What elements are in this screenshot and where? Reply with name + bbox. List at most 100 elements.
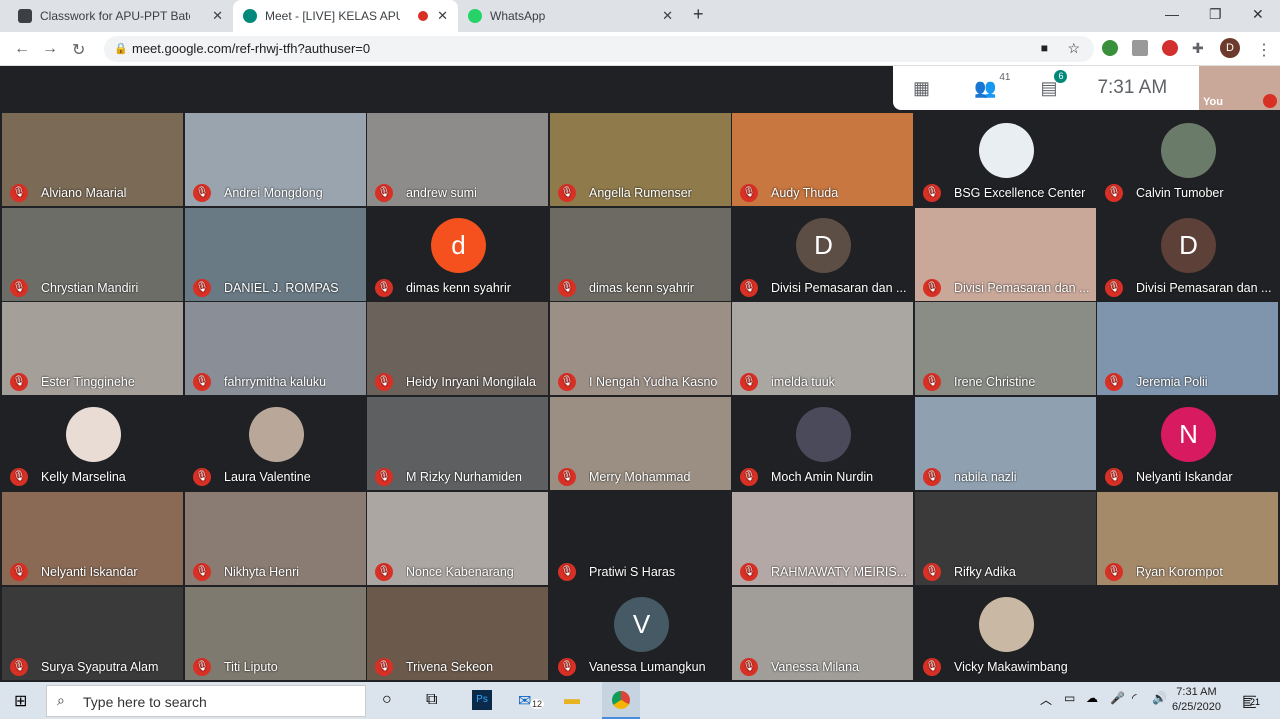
- participant-tile[interactable]: 🎙 Trivena Sekeon: [367, 586, 548, 680]
- participant-name: RAHMAWATY MEIRIS...: [771, 564, 908, 579]
- windows-start-icon[interactable]: ⊞: [14, 691, 27, 711]
- participant-tile[interactable]: 🎙 fahrrymitha kaluku: [185, 302, 366, 396]
- participant-tile[interactable]: 🎙 I Nengah Yudha Kasno: [550, 302, 731, 396]
- participant-label: 🎙 Divisi Pemasaran dan ...: [740, 278, 910, 297]
- participant-tile[interactable]: 🎙 Audy Thuda: [732, 113, 913, 206]
- maximize-button[interactable]: ❐: [1209, 6, 1222, 23]
- participant-tile[interactable]: D 🎙 Divisi Pemasaran dan ...: [732, 207, 913, 301]
- star-icon[interactable]: ☆: [1067, 40, 1080, 57]
- grid-layout-icon[interactable]: ▦: [913, 78, 930, 99]
- menu-icon[interactable]: ⋮: [1256, 40, 1272, 60]
- minimize-button[interactable]: —: [1165, 6, 1179, 22]
- url-input[interactable]: 🔒 meet.google.com/ref-rhwj-tfh?authuser=0…: [104, 36, 1094, 62]
- participants-button[interactable]: 👥 41: [974, 72, 1010, 99]
- participant-tile[interactable]: 🎙 Titi Liputo: [185, 586, 366, 680]
- participant-tile[interactable]: 🎙 Heidy Inryani Mongilala: [367, 302, 548, 396]
- mic-off-icon: 🎙: [923, 278, 941, 297]
- participant-tile[interactable]: 🎙 Nikhyta Henri: [185, 491, 366, 585]
- chat-button[interactable]: ▤ 6: [1040, 69, 1068, 99]
- participant-tile[interactable]: 🎙 Vicky Makawimbang: [915, 586, 1096, 680]
- wifi-icon[interactable]: ◜: [1132, 691, 1137, 705]
- profile-avatar[interactable]: D: [1220, 38, 1240, 58]
- participant-tile[interactable]: 🎙 dimas kenn syahrir: [550, 207, 731, 301]
- participant-label: 🎙 Trivena Sekeon: [375, 657, 545, 676]
- participant-tile[interactable]: 🎙 nabila nazli: [915, 397, 1096, 491]
- participant-tile[interactable]: 🎙 Nelyanti Iskandar: [2, 491, 183, 585]
- close-window-button[interactable]: ✕: [1252, 6, 1264, 23]
- extension-icon[interactable]: [1162, 40, 1178, 56]
- camera-icon[interactable]: ■: [1041, 41, 1048, 55]
- tab-classwork[interactable]: Classwork for APU-PPT Batch II B✕: [8, 0, 233, 32]
- close-tab-icon[interactable]: ✕: [662, 8, 673, 24]
- taskbar-clock[interactable]: 7:31 AM 6/25/2020: [1172, 685, 1221, 715]
- participant-tile[interactable]: 🎙 Moch Amin Nurdin: [732, 397, 913, 491]
- mic-off-icon: 🎙: [193, 657, 211, 676]
- tab-whatsapp[interactable]: WhatsApp ✕: [458, 0, 683, 32]
- participant-name: DANIEL J. ROMPAS: [224, 280, 339, 295]
- onedrive-icon[interactable]: ☁: [1086, 691, 1098, 705]
- participant-avatar: V: [614, 596, 669, 652]
- participant-tile[interactable]: 🎙 DANIEL J. ROMPAS: [185, 207, 366, 301]
- participant-tile[interactable]: 🎙 Surya Syaputra Alam: [2, 586, 183, 680]
- participant-tile[interactable]: 🎙 Merry Mohammad: [550, 397, 731, 491]
- participant-name: Laura Valentine: [224, 470, 311, 485]
- mic-off-icon: 🎙: [1105, 184, 1123, 202]
- participant-tile[interactable]: D 🎙 Divisi Pemasaran dan ...: [1097, 207, 1278, 301]
- participant-tile[interactable]: 🎙 Andrei Mongdong: [185, 113, 366, 206]
- participant-tile[interactable]: 🎙 Jeremia Polii: [1097, 302, 1278, 396]
- participant-tile[interactable]: 🎙 Laura Valentine: [185, 397, 366, 491]
- participant-tile[interactable]: 🎙 Kelly Marselina: [2, 397, 183, 491]
- participant-tile[interactable]: 🎙 M Rizky Nurhamiden: [367, 397, 548, 491]
- cortana-icon[interactable]: ○: [382, 691, 392, 709]
- mic-off-icon: 🎙: [740, 373, 758, 392]
- chrome-taskbar-button[interactable]: [602, 682, 640, 719]
- participant-tile[interactable]: 🎙 Divisi Pemasaran dan ...: [915, 207, 1096, 301]
- cast-icon[interactable]: [1132, 40, 1148, 56]
- back-button[interactable]: ←: [14, 40, 30, 58]
- close-tab-icon[interactable]: ✕: [212, 8, 223, 24]
- participant-tile[interactable]: d 🎙 dimas kenn syahrir: [367, 207, 548, 301]
- participant-tile[interactable]: 🎙 Alviano Maarial: [2, 113, 183, 206]
- mic-off-icon: 🎙: [558, 184, 576, 202]
- file-explorer-icon[interactable]: ▬: [564, 691, 580, 709]
- close-tab-icon[interactable]: ✕: [437, 8, 448, 24]
- participant-avatar: N: [1161, 407, 1216, 463]
- participant-avatar: D: [796, 217, 851, 273]
- participant-tile[interactable]: 🎙 Calvin Tumober: [1097, 113, 1278, 206]
- meeting-time: 7:31 AM: [1097, 77, 1168, 98]
- participant-tile[interactable]: 🎙 BSG Excellence Center: [915, 113, 1096, 206]
- mic-off-icon: 🎙: [10, 278, 28, 297]
- taskbar-search[interactable]: ⌕ Type here to search: [46, 685, 366, 717]
- extension-icon[interactable]: [1102, 40, 1118, 56]
- new-tab-button[interactable]: +: [693, 4, 704, 25]
- participant-tile[interactable]: 🎙 RAHMAWATY MEIRIS...: [732, 491, 913, 585]
- battery-icon[interactable]: ▭: [1064, 691, 1075, 705]
- photoshop-icon[interactable]: Ps: [472, 690, 492, 710]
- participant-tile[interactable]: 🎙 Pratiwi S Haras: [550, 491, 731, 585]
- participant-tile[interactable]: N 🎙 Nelyanti Iskandar: [1097, 397, 1278, 491]
- show-hidden-icons[interactable]: ︿: [1040, 691, 1052, 708]
- participant-name: Andrei Mongdong: [224, 186, 323, 200]
- puzzle-icon[interactable]: ✚: [1192, 40, 1208, 56]
- participant-tile[interactable]: V 🎙 Vanessa Lumangkun: [550, 586, 731, 680]
- participant-tile[interactable]: 🎙 Ester Tingginehe: [2, 302, 183, 396]
- participant-tile[interactable]: 🎙 Angella Rumenser: [550, 113, 731, 206]
- participant-tile[interactable]: 🎙 andrew sumi: [367, 113, 548, 206]
- participant-tile[interactable]: 🎙 Rifky Adika: [915, 491, 1096, 585]
- tab-meet[interactable]: Meet - [LIVE] KELAS APU-PPT✕: [233, 0, 458, 32]
- volume-icon[interactable]: 🔊: [1152, 691, 1167, 705]
- microphone-icon[interactable]: 🎤: [1110, 691, 1125, 705]
- participant-tile[interactable]: 🎙 Vanessa Milana: [732, 586, 913, 680]
- participant-tile[interactable]: 🎙 Nonce Kabenarang: [367, 491, 548, 585]
- forward-button[interactable]: →: [42, 40, 58, 58]
- mic-off-icon: 🎙: [10, 562, 28, 581]
- notifications-icon[interactable]: ▤21: [1242, 691, 1261, 711]
- participant-tile[interactable]: 🎙 Chrystian Mandiri: [2, 207, 183, 301]
- task-view-icon[interactable]: ⧉: [426, 691, 437, 709]
- participant-tile[interactable]: 🎙 Ryan Korompot: [1097, 491, 1278, 585]
- participant-name: Merry Mohammad: [589, 470, 691, 485]
- mail-icon[interactable]: ✉ 12: [518, 691, 545, 711]
- reload-button[interactable]: ↻: [72, 40, 85, 60]
- participant-tile[interactable]: 🎙 Irene Christine: [915, 302, 1096, 396]
- participant-tile[interactable]: 🎙 imelda tuuk: [732, 302, 913, 396]
